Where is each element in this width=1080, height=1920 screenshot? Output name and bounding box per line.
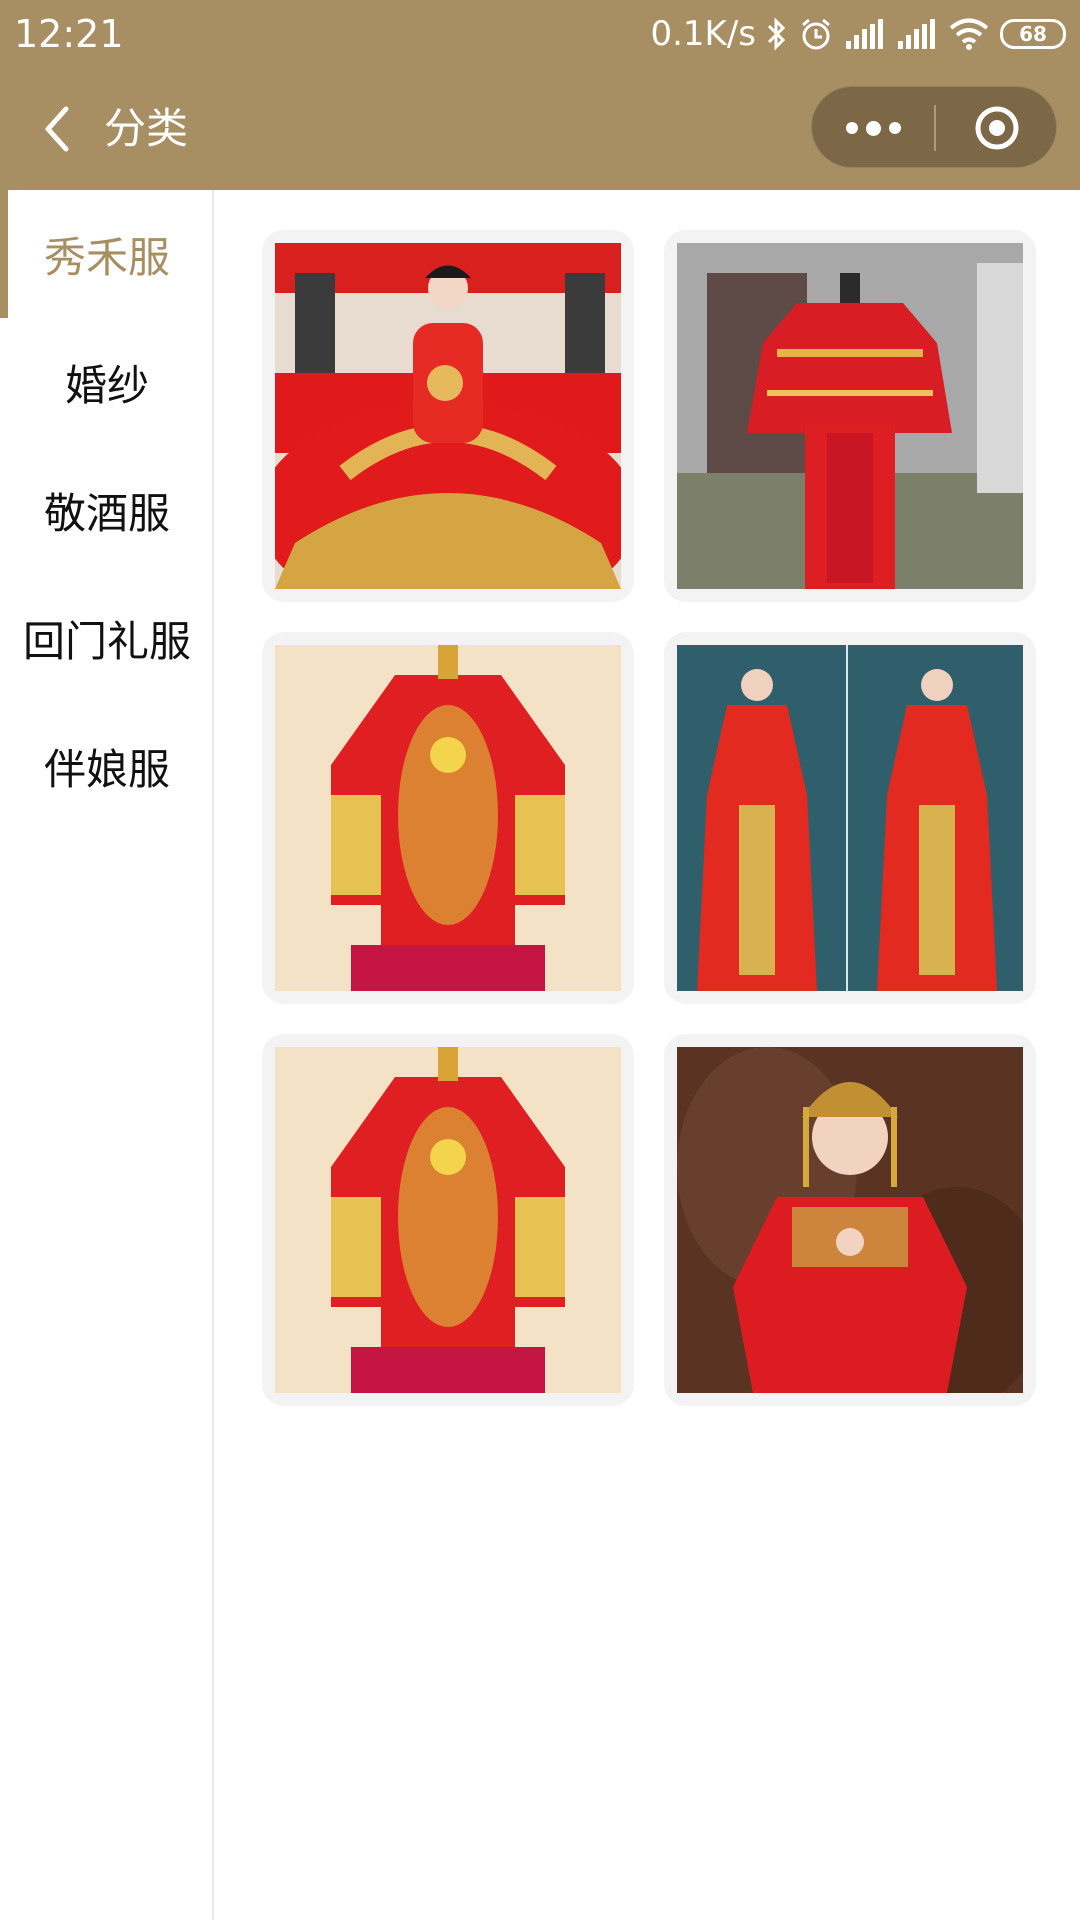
more-dots-icon xyxy=(888,122,901,134)
red-xiuhe-dress-on-bed-photo xyxy=(275,243,621,589)
status-icons: 0.1K/s 68 xyxy=(650,12,1066,56)
target-circle-icon xyxy=(975,106,1019,150)
more-dots-icon xyxy=(865,120,881,136)
page-title: 分类 xyxy=(104,104,189,153)
red-gold-xiuhe-jacket-photo xyxy=(275,645,621,991)
product-card[interactable] xyxy=(262,632,634,1004)
category-sidebar: 秀禾服 婚纱 敬酒服 回门礼服 伴娘服 xyxy=(0,190,214,1920)
sidebar-item-wedding-dress[interactable]: 婚纱 xyxy=(0,318,214,446)
wifi-icon xyxy=(948,17,990,51)
sidebar-item-label: 回门礼服 xyxy=(22,616,191,666)
signal-icon xyxy=(844,19,886,49)
battery-icon: 68 xyxy=(1000,19,1066,49)
sidebar-item-xiuhe[interactable]: 秀禾服 xyxy=(0,190,214,318)
chevron-left-icon xyxy=(45,106,69,152)
nav-bar: 分类 xyxy=(0,68,1080,190)
close-button[interactable] xyxy=(936,87,1058,169)
product-card[interactable] xyxy=(664,632,1036,1004)
alarm-icon xyxy=(798,16,834,52)
mini-program-capsule xyxy=(811,86,1057,168)
red-xiuhe-dress-on-mannequin-photo xyxy=(677,243,1023,589)
product-card[interactable] xyxy=(664,230,1036,602)
sidebar-item-toast-dress[interactable]: 敬酒服 xyxy=(0,446,214,574)
bluetooth-icon xyxy=(766,16,788,52)
sidebar-item-label: 伴娘服 xyxy=(43,744,170,794)
sidebar-item-return-visit-dress[interactable]: 回门礼服 xyxy=(0,574,214,702)
product-card[interactable] xyxy=(262,1034,634,1406)
sidebar-item-label: 婚纱 xyxy=(64,360,149,410)
sidebar-item-bridesmaid-dress[interactable]: 伴娘服 xyxy=(0,702,214,830)
more-button[interactable] xyxy=(812,87,934,169)
back-button[interactable] xyxy=(22,94,92,164)
product-card[interactable] xyxy=(664,1034,1036,1406)
network-speed: 0.1K/s xyxy=(650,14,756,54)
status-time: 12:21 xyxy=(14,12,124,56)
red-gold-xiuhe-jacket-photo xyxy=(275,1047,621,1393)
sidebar-item-label: 秀禾服 xyxy=(43,232,170,282)
two-brides-in-xiuhe-dress-photo xyxy=(677,645,1023,991)
status-bar: 12:21 0.1K/s 68 xyxy=(0,0,1080,68)
more-dots-icon xyxy=(845,122,858,134)
bride-with-headdress-in-xiuhe-photo xyxy=(677,1047,1023,1393)
product-card[interactable] xyxy=(262,230,634,602)
signal-icon xyxy=(896,19,938,49)
sidebar-item-label: 敬酒服 xyxy=(43,488,170,538)
